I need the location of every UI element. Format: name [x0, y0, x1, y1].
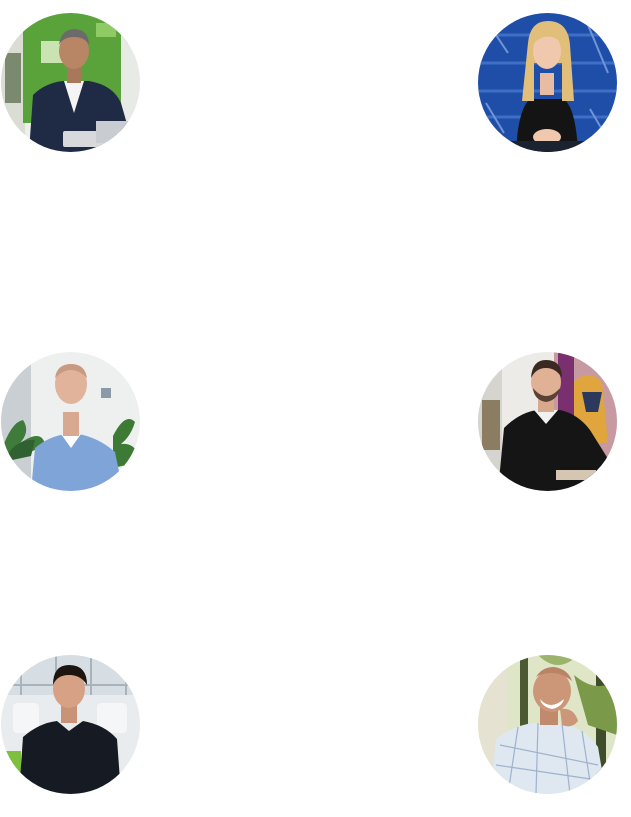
portrait-image — [1, 655, 140, 794]
team-member-photo-3[interactable] — [1, 352, 140, 491]
team-member-photo-6[interactable] — [478, 655, 617, 794]
portrait-image — [478, 13, 617, 152]
team-member-photo-5[interactable] — [1, 655, 140, 794]
team-member-photo-2[interactable] — [478, 13, 617, 152]
portrait-image — [1, 13, 140, 152]
team-member-photo-1[interactable] — [1, 13, 140, 152]
portrait-image — [1, 352, 140, 491]
portrait-image — [478, 655, 617, 794]
team-member-photo-4[interactable] — [478, 352, 617, 491]
portrait-image — [478, 352, 617, 491]
